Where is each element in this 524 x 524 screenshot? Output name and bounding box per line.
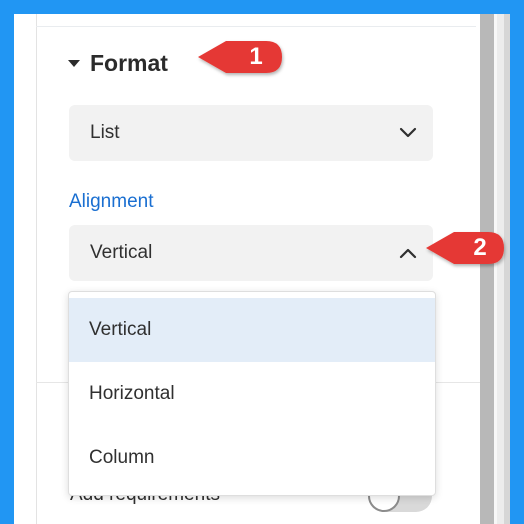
- option-label: Column: [89, 447, 155, 468]
- option-horizontal[interactable]: Horizontal: [69, 362, 435, 426]
- panel-top-line: [36, 26, 476, 27]
- callout-number: 1: [249, 43, 263, 70]
- callout-number: 2: [473, 234, 487, 261]
- alignment-select[interactable]: Vertical: [69, 225, 433, 281]
- option-column[interactable]: Column: [69, 426, 435, 490]
- chevron-down-icon: [399, 127, 417, 138]
- alignment-label: Alignment: [69, 191, 154, 212]
- format-title: Format: [90, 49, 168, 76]
- chevron-up-icon: [399, 248, 417, 259]
- caret-down-icon: [68, 59, 80, 67]
- format-select[interactable]: List: [69, 105, 433, 161]
- format-section-toggle[interactable]: Format: [68, 48, 168, 78]
- option-label: Vertical: [89, 319, 152, 340]
- panel-edge: [36, 14, 37, 524]
- format-select-value: List: [90, 122, 120, 143]
- callout-1: 1: [196, 37, 286, 77]
- option-vertical[interactable]: Vertical: [69, 298, 435, 362]
- option-label: Horizontal: [89, 383, 175, 404]
- alignment-select-value: Vertical: [90, 242, 153, 263]
- alignment-dropdown-menu: Vertical Horizontal Column: [68, 291, 436, 496]
- app-frame: Format List Alignment Vertical Add requi…: [14, 14, 510, 524]
- callout-2: 2: [424, 228, 510, 268]
